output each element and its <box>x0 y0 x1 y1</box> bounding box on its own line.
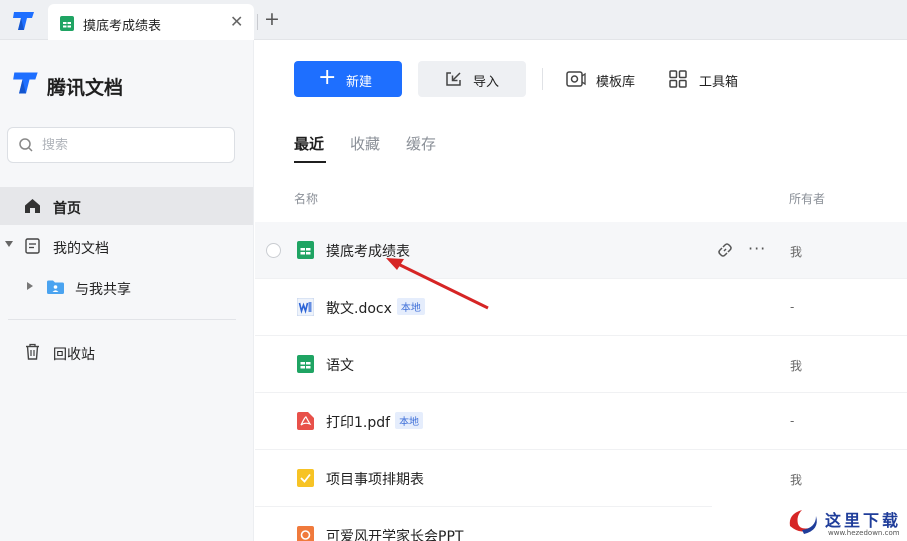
file-row[interactable]: 语文 我 <box>255 336 907 393</box>
column-header-name: 名称 <box>294 192 319 206</box>
tab-cache[interactable]: 缓存 <box>406 133 436 154</box>
file-name-text: 可爱风开学家长会PPT <box>326 529 464 541</box>
file-owner: 我 <box>790 473 803 487</box>
window-tab-bar: 摸底考成绩表 ✕ + <box>0 0 907 40</box>
add-tab-icon[interactable]: + <box>264 8 280 30</box>
pdf-icon <box>297 412 314 430</box>
import-button[interactable]: 导入 <box>418 61 526 97</box>
toolbox-label: 工具箱 <box>699 75 739 90</box>
link-icon[interactable] <box>717 242 733 258</box>
sidebar-item-label: 首页 <box>53 201 81 217</box>
file-name-text: 摸底考成绩表 <box>326 244 410 260</box>
file-owner: - <box>790 414 795 428</box>
file-name-text: 散文.docx <box>326 301 392 317</box>
sheet-icon <box>297 241 314 259</box>
ppt-icon <box>297 526 314 541</box>
file-name[interactable]: 可爱风开学家长会PPT <box>326 526 463 541</box>
tab-document[interactable]: 摸底考成绩表 ✕ <box>48 4 254 40</box>
sidebar-item-trash[interactable]: 回收站 <box>0 333 253 371</box>
import-icon <box>446 72 461 86</box>
document-icon <box>25 238 40 254</box>
tab-recent[interactable]: 最近 <box>294 133 324 154</box>
select-checkbox[interactable] <box>266 243 281 258</box>
search-icon <box>19 138 33 152</box>
active-tab-indicator <box>294 161 326 163</box>
watermark-url: www.hezedown.com <box>828 529 900 537</box>
tencent-docs-logo-icon <box>13 72 38 94</box>
file-owner: 我 <box>790 245 803 259</box>
word-icon <box>297 298 314 316</box>
trash-icon <box>26 343 39 360</box>
smartsheet-icon <box>297 469 314 487</box>
sidebar-item-label: 回收站 <box>53 347 95 363</box>
template-library-button[interactable]: 模板库 <box>566 68 646 90</box>
tencent-docs-logo-icon[interactable] <box>12 10 36 32</box>
toolbar-divider <box>542 68 543 90</box>
watermark-logo-icon <box>789 510 817 534</box>
file-row[interactable]: 摸底考成绩表 ··· 我 <box>255 222 907 279</box>
search-box[interactable] <box>7 127 235 163</box>
file-owner: 我 <box>790 359 803 373</box>
file-row[interactable]: 打印1.pdf 本地 - <box>255 393 907 450</box>
column-header-owner: 所有者 <box>789 192 826 206</box>
main-content: + 新建 导入 模板库 工具箱 最近 收藏 缓存 名称 所有者 摸底考成绩表 ·… <box>255 40 907 541</box>
search-input[interactable] <box>42 135 222 155</box>
home-icon <box>25 199 40 213</box>
file-name[interactable]: 散文.docx 本地 <box>326 298 425 318</box>
file-name[interactable]: 摸底考成绩表 <box>326 241 410 261</box>
local-badge: 本地 <box>395 412 424 429</box>
template-icon <box>566 71 586 87</box>
sidebar-item-label: 我的文档 <box>53 241 109 257</box>
tab-label: 摸底考成绩表 <box>83 19 162 34</box>
template-library-label: 模板库 <box>596 75 636 90</box>
more-options-icon[interactable]: ··· <box>748 239 766 258</box>
tab-favorites[interactable]: 收藏 <box>350 133 380 154</box>
watermark: 这里下载 www.hezedown.com <box>712 488 907 541</box>
file-row[interactable]: 散文.docx 本地 - <box>255 279 907 336</box>
shared-folder-icon <box>47 280 64 294</box>
sidebar-item-home[interactable]: 首页 <box>0 187 253 225</box>
brand-name: 腾讯文档 <box>47 77 124 99</box>
file-name[interactable]: 打印1.pdf 本地 <box>326 412 424 432</box>
grid-icon <box>669 70 687 88</box>
expand-arrow-icon[interactable] <box>5 241 13 247</box>
file-name-text: 项目事项排期表 <box>326 472 424 488</box>
new-button[interactable]: + 新建 <box>294 61 402 97</box>
sheet-icon <box>60 16 74 31</box>
import-button-label: 导入 <box>473 75 500 90</box>
sidebar-item-label: 与我共享 <box>75 282 131 298</box>
close-icon[interactable]: ✕ <box>230 12 243 31</box>
sidebar-item-shared-with-me[interactable]: 与我共享 <box>0 268 253 306</box>
file-name-text: 打印1.pdf <box>326 415 391 431</box>
file-name[interactable]: 项目事项排期表 <box>326 469 424 489</box>
tab-divider <box>257 14 258 30</box>
file-owner: - <box>790 300 795 314</box>
plus-icon: + <box>318 65 337 90</box>
watermark-text: 这里下载 <box>825 511 902 530</box>
sheet-icon <box>297 355 314 373</box>
new-button-label: 新建 <box>346 75 373 90</box>
file-name-text: 语文 <box>326 358 354 374</box>
sidebar-divider <box>8 319 236 320</box>
tencent-docs-app: 摸底考成绩表 ✕ + 腾讯文档 首页 <box>0 0 907 541</box>
local-badge: 本地 <box>396 298 425 315</box>
toolbox-button[interactable]: 工具箱 <box>669 68 749 90</box>
collapse-arrow-icon[interactable] <box>27 282 33 290</box>
sidebar: 腾讯文档 首页 我的文档 <box>0 40 254 541</box>
sidebar-item-my-documents[interactable]: 我的文档 <box>0 227 253 265</box>
file-name[interactable]: 语文 <box>326 355 354 375</box>
